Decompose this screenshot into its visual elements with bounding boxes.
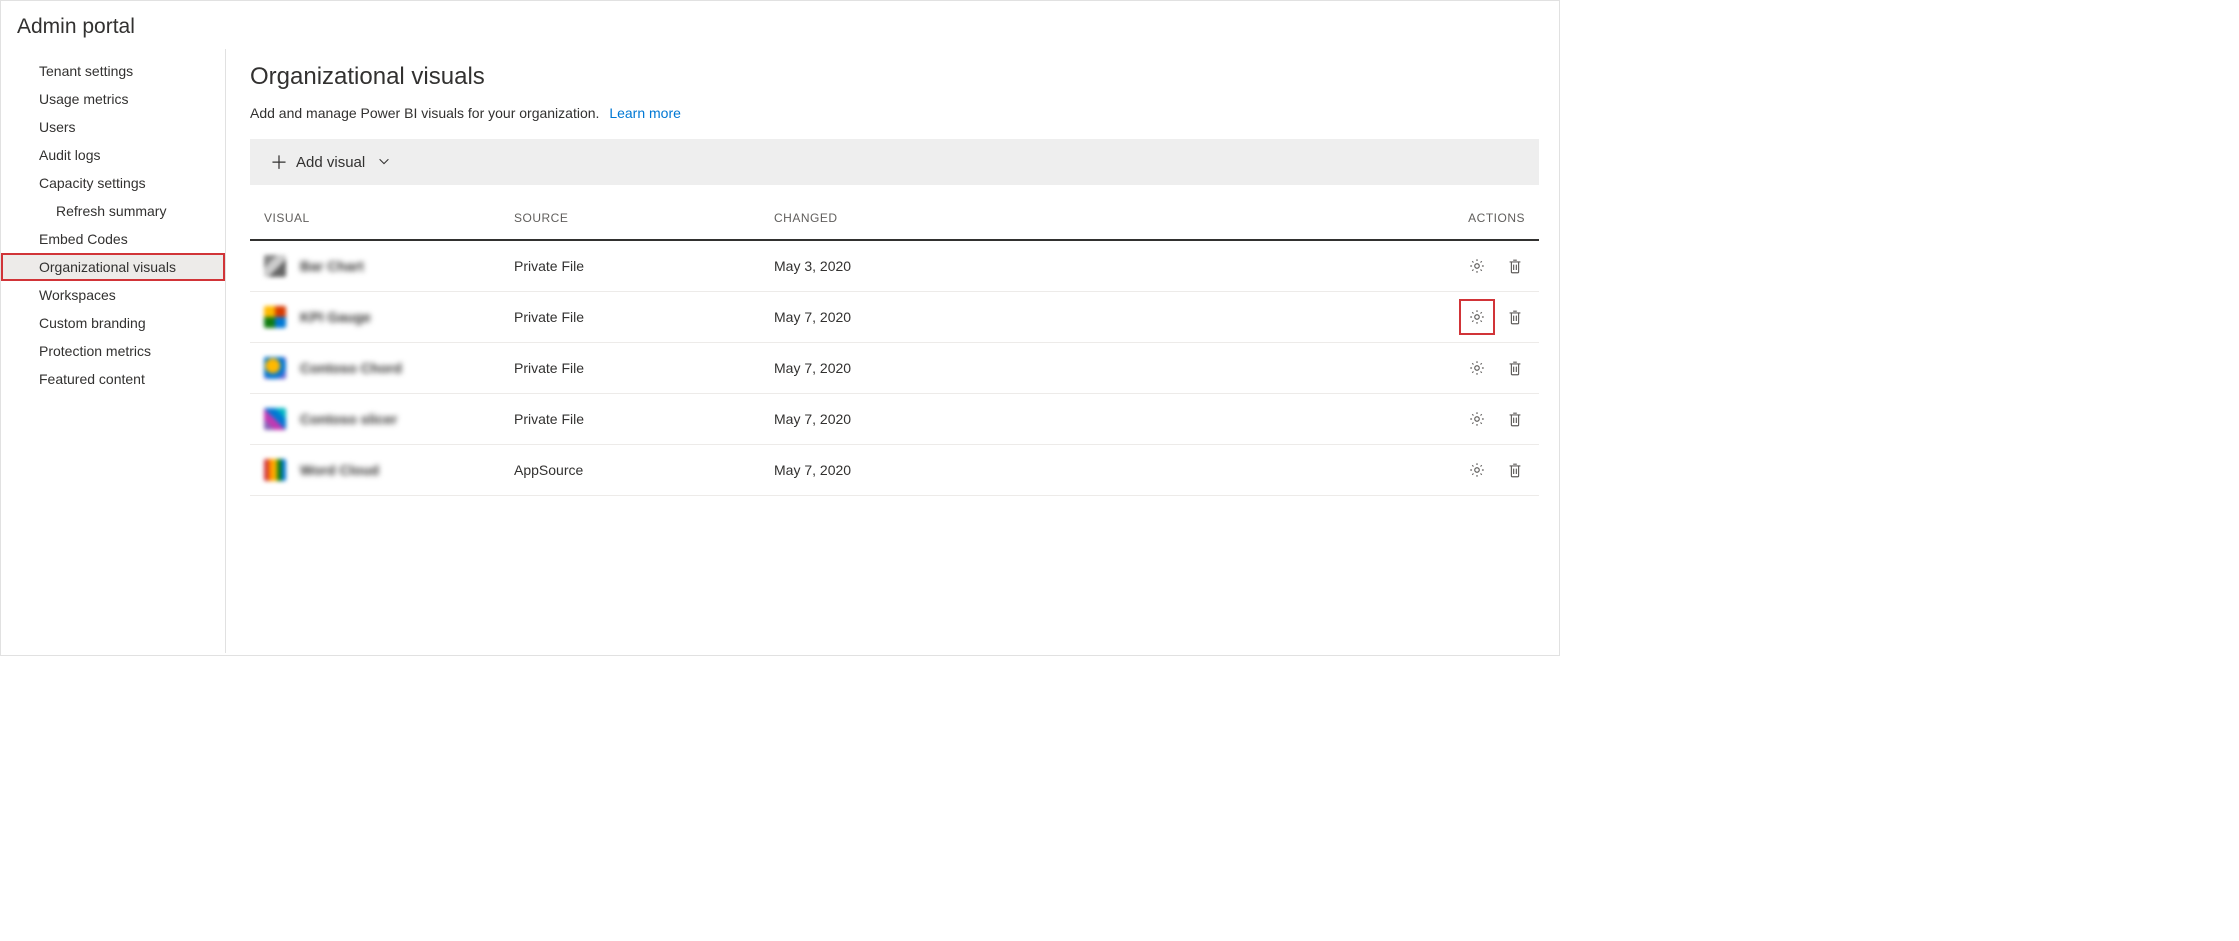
- header: Admin portal: [1, 1, 1559, 49]
- visual-cell: Word Cloud: [264, 459, 514, 481]
- visual-name: Contoso Chord: [300, 360, 402, 376]
- visual-cell: Bar Chart: [264, 255, 514, 277]
- column-header-visual[interactable]: Visual: [264, 211, 514, 225]
- table-row: Word Cloud AppSourceMay 7, 2020: [250, 445, 1539, 496]
- actions-cell: [1415, 307, 1525, 327]
- delete-button[interactable]: [1505, 256, 1525, 276]
- source-cell: Private File: [514, 411, 774, 427]
- plus-icon: ＋: [270, 149, 288, 175]
- sidebar-item-organizational-visuals[interactable]: Organizational visuals: [1, 253, 225, 281]
- table-header: Visual Source Changed Actions: [250, 197, 1539, 241]
- settings-button[interactable]: [1467, 307, 1487, 327]
- settings-button[interactable]: [1467, 358, 1487, 378]
- changed-cell: May 7, 2020: [774, 360, 1415, 376]
- page-description: Add and manage Power BI visuals for your…: [250, 105, 1539, 121]
- sidebar-item-usage-metrics[interactable]: Usage metrics: [1, 85, 225, 113]
- sidebar-item-custom-branding[interactable]: Custom branding: [1, 309, 225, 337]
- chevron-down-icon: [377, 154, 391, 171]
- app-title: Admin portal: [17, 15, 1543, 39]
- visual-name: KPI Gauge: [300, 309, 371, 325]
- delete-button[interactable]: [1505, 358, 1525, 378]
- changed-cell: May 7, 2020: [774, 309, 1415, 325]
- learn-more-link[interactable]: Learn more: [609, 105, 681, 121]
- visual-name: Word Cloud: [300, 462, 379, 478]
- delete-button[interactable]: [1505, 460, 1525, 480]
- visual-thumbnail-icon: [264, 255, 286, 277]
- visual-name: Bar Chart: [300, 258, 364, 274]
- visual-name: Contoso slicer: [300, 411, 397, 427]
- table-row: KPI Gauge Private FileMay 7, 2020: [250, 292, 1539, 343]
- table-row: Contoso slicer Private FileMay 7, 2020: [250, 394, 1539, 445]
- visual-cell: Contoso Chord: [264, 357, 514, 379]
- sidebar-item-audit-logs[interactable]: Audit logs: [1, 141, 225, 169]
- visual-cell: KPI Gauge: [264, 306, 514, 328]
- actions-cell: [1415, 256, 1525, 276]
- changed-cell: May 3, 2020: [774, 258, 1415, 274]
- source-cell: AppSource: [514, 462, 774, 478]
- visual-thumbnail-icon: [264, 357, 286, 379]
- sidebar-item-embed-codes[interactable]: Embed Codes: [1, 225, 225, 253]
- table-row: Contoso Chord Private FileMay 7, 2020: [250, 343, 1539, 394]
- settings-button[interactable]: [1467, 460, 1487, 480]
- toolbar: ＋ Add visual: [250, 139, 1539, 185]
- sidebar-item-capacity-settings[interactable]: Capacity settings: [1, 169, 225, 197]
- sidebar-item-workspaces[interactable]: Workspaces: [1, 281, 225, 309]
- column-header-source[interactable]: Source: [514, 211, 774, 225]
- column-header-changed[interactable]: Changed: [774, 211, 1415, 225]
- actions-cell: [1415, 358, 1525, 378]
- visual-thumbnail-icon: [264, 408, 286, 430]
- sidebar-item-protection-metrics[interactable]: Protection metrics: [1, 337, 225, 365]
- sidebar-item-featured-content[interactable]: Featured content: [1, 365, 225, 393]
- delete-button[interactable]: [1505, 307, 1525, 327]
- actions-cell: [1415, 409, 1525, 429]
- sidebar: Tenant settingsUsage metricsUsersAudit l…: [1, 49, 226, 653]
- page-title: Organizational visuals: [250, 63, 1539, 91]
- changed-cell: May 7, 2020: [774, 462, 1415, 478]
- table-row: Bar Chart Private FileMay 3, 2020: [250, 241, 1539, 292]
- sidebar-item-tenant-settings[interactable]: Tenant settings: [1, 57, 225, 85]
- add-visual-button[interactable]: ＋ Add visual: [270, 149, 391, 175]
- column-header-actions: Actions: [1415, 211, 1525, 225]
- visual-cell: Contoso slicer: [264, 408, 514, 430]
- source-cell: Private File: [514, 360, 774, 376]
- sidebar-item-users[interactable]: Users: [1, 113, 225, 141]
- visuals-table: Visual Source Changed Actions Bar Chart P…: [250, 197, 1539, 496]
- actions-cell: [1415, 460, 1525, 480]
- main-content: Organizational visuals Add and manage Po…: [226, 49, 1559, 653]
- visual-thumbnail-icon: [264, 459, 286, 481]
- settings-button[interactable]: [1467, 409, 1487, 429]
- delete-button[interactable]: [1505, 409, 1525, 429]
- sidebar-item-refresh-summary[interactable]: Refresh summary: [1, 197, 225, 225]
- settings-button[interactable]: [1467, 256, 1487, 276]
- source-cell: Private File: [514, 258, 774, 274]
- visual-thumbnail-icon: [264, 306, 286, 328]
- source-cell: Private File: [514, 309, 774, 325]
- changed-cell: May 7, 2020: [774, 411, 1415, 427]
